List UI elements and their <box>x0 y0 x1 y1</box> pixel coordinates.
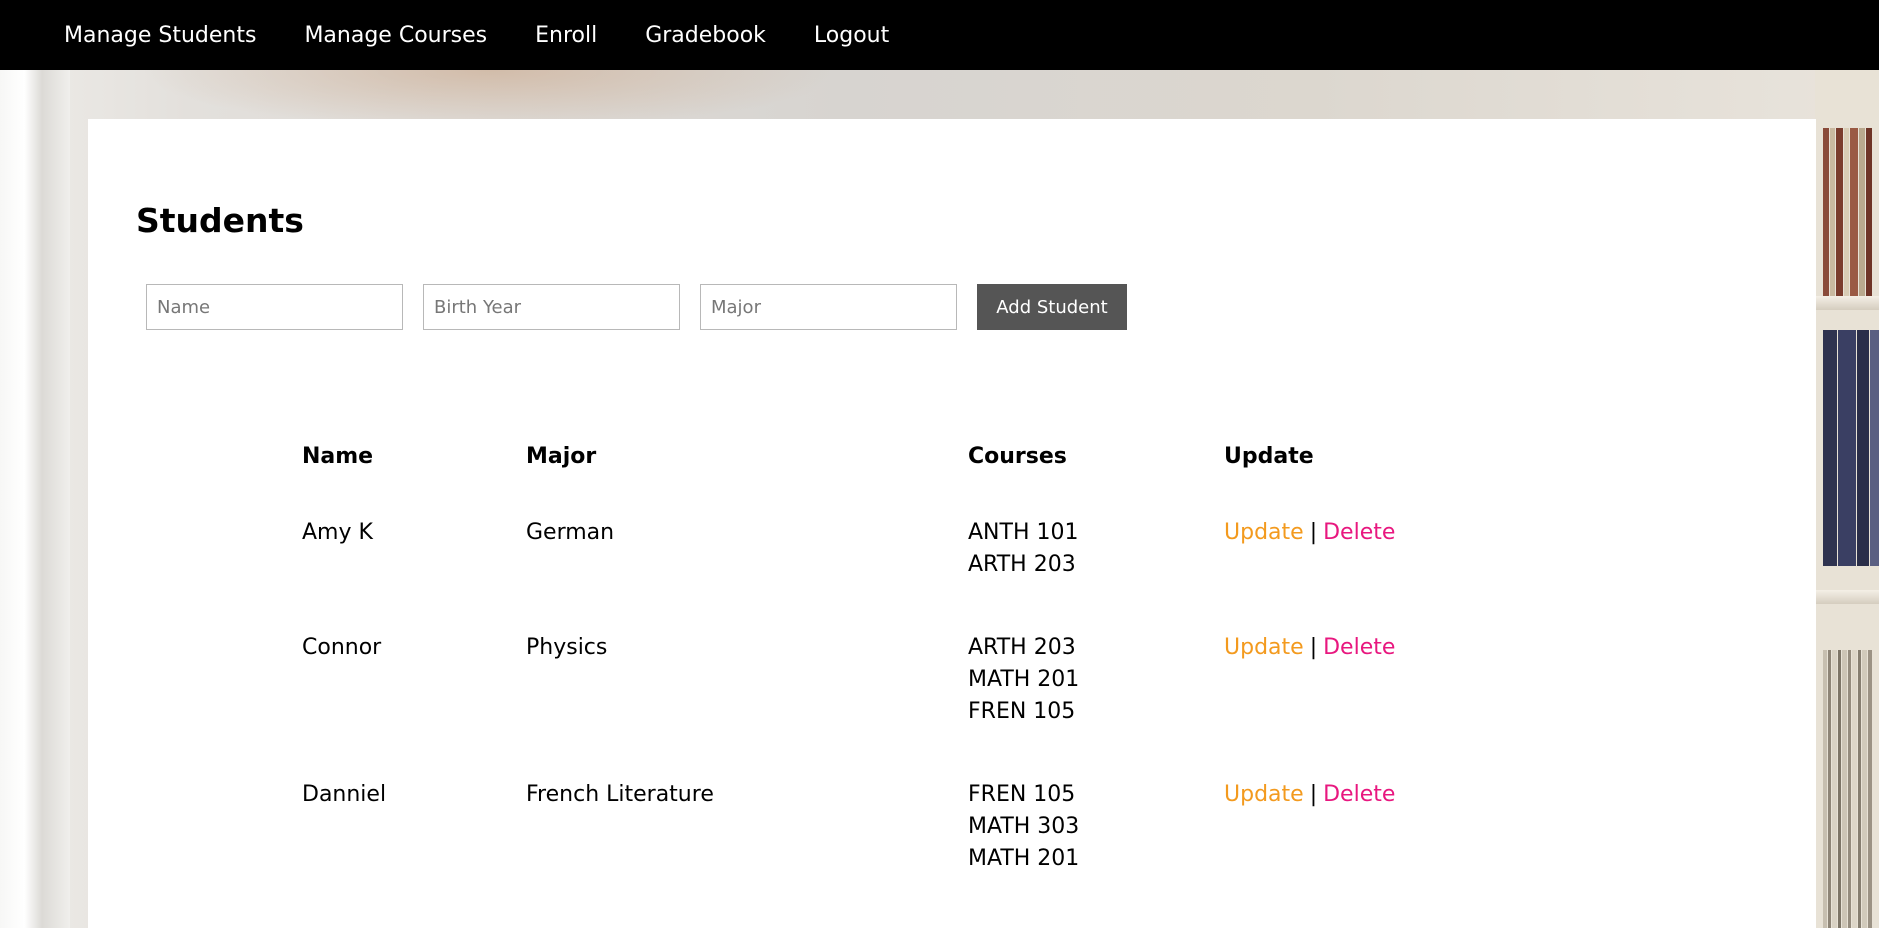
student-major: German <box>526 520 615 545</box>
nav-gradebook[interactable]: Gradebook <box>645 23 766 48</box>
header-name: Name <box>302 444 374 469</box>
background-window <box>0 70 70 928</box>
student-name: Connor <box>302 635 382 660</box>
table-row: Connor Physics ARTH 203 MATH 201 FREN 10… <box>302 632 1424 779</box>
course-item: FREN 105 <box>968 699 1076 724</box>
table-header-row: Name Major Courses Update <box>302 434 1424 517</box>
student-major: Physics <box>526 635 608 660</box>
delete-link[interactable]: Delete <box>1323 520 1395 545</box>
delete-link[interactable]: Delete <box>1323 635 1395 660</box>
nav-logout[interactable]: Logout <box>814 23 889 48</box>
bookshelf-board <box>1815 296 1879 310</box>
nav-manage-students[interactable]: Manage Students <box>64 23 256 48</box>
bookshelf-books-top <box>1823 128 1879 296</box>
course-item: MATH 201 <box>968 846 1080 871</box>
student-name: Danniel <box>302 782 387 807</box>
bookshelf-binders <box>1823 330 1879 566</box>
page-title: Students <box>136 201 304 240</box>
action-separator: | <box>1309 635 1318 660</box>
bookshelf-papers <box>1823 650 1879 928</box>
student-actions: Update | Delete <box>1224 517 1424 632</box>
action-separator: | <box>1309 782 1318 807</box>
nav-manage-courses[interactable]: Manage Courses <box>304 23 487 48</box>
bookshelf-board-lower <box>1815 590 1879 604</box>
student-actions: Update | Delete <box>1224 632 1424 779</box>
student-courses: ANTH 101 ARTH 203 <box>968 517 1224 632</box>
delete-link[interactable]: Delete <box>1323 782 1395 807</box>
table-row: Amy K German ANTH 101 ARTH 203 Update | De… <box>302 517 1424 632</box>
students-table: Name Major Courses Update Amy K German A… <box>302 434 1424 926</box>
major-input[interactable] <box>700 284 957 330</box>
student-major: French Literature <box>526 782 714 807</box>
add-student-button[interactable]: Add Student <box>977 284 1127 330</box>
student-courses: FREN 105 MATH 303 MATH 201 <box>968 779 1224 926</box>
course-item: MATH 201 <box>968 667 1080 692</box>
background-bookshelf <box>1815 70 1879 928</box>
course-item: FREN 105 <box>968 782 1076 807</box>
update-link[interactable]: Update <box>1224 635 1304 660</box>
header-courses: Courses <box>968 444 1067 469</box>
table-row: Danniel French Literature FREN 105 MATH … <box>302 779 1424 926</box>
student-courses: ARTH 203 MATH 201 FREN 105 <box>968 632 1224 779</box>
header-major: Major <box>526 444 597 469</box>
update-link[interactable]: Update <box>1224 520 1304 545</box>
course-item: ARTH 203 <box>968 635 1076 660</box>
header-update: Update <box>1224 444 1314 469</box>
nav-enroll[interactable]: Enroll <box>535 23 597 48</box>
top-navbar: Manage Students Manage Courses Enroll Gr… <box>0 0 1879 70</box>
course-item: ARTH 203 <box>968 552 1076 577</box>
students-panel: Students Add Student Name Major Courses … <box>88 119 1816 928</box>
action-separator: | <box>1309 520 1318 545</box>
student-actions: Update | Delete <box>1224 779 1424 926</box>
add-student-form: Add Student <box>146 284 1127 330</box>
student-name: Amy K <box>302 520 373 545</box>
update-link[interactable]: Update <box>1224 782 1304 807</box>
name-input[interactable] <box>146 284 403 330</box>
birth-year-input[interactable] <box>423 284 680 330</box>
course-item: MATH 303 <box>968 814 1080 839</box>
course-item: ANTH 101 <box>968 520 1079 545</box>
